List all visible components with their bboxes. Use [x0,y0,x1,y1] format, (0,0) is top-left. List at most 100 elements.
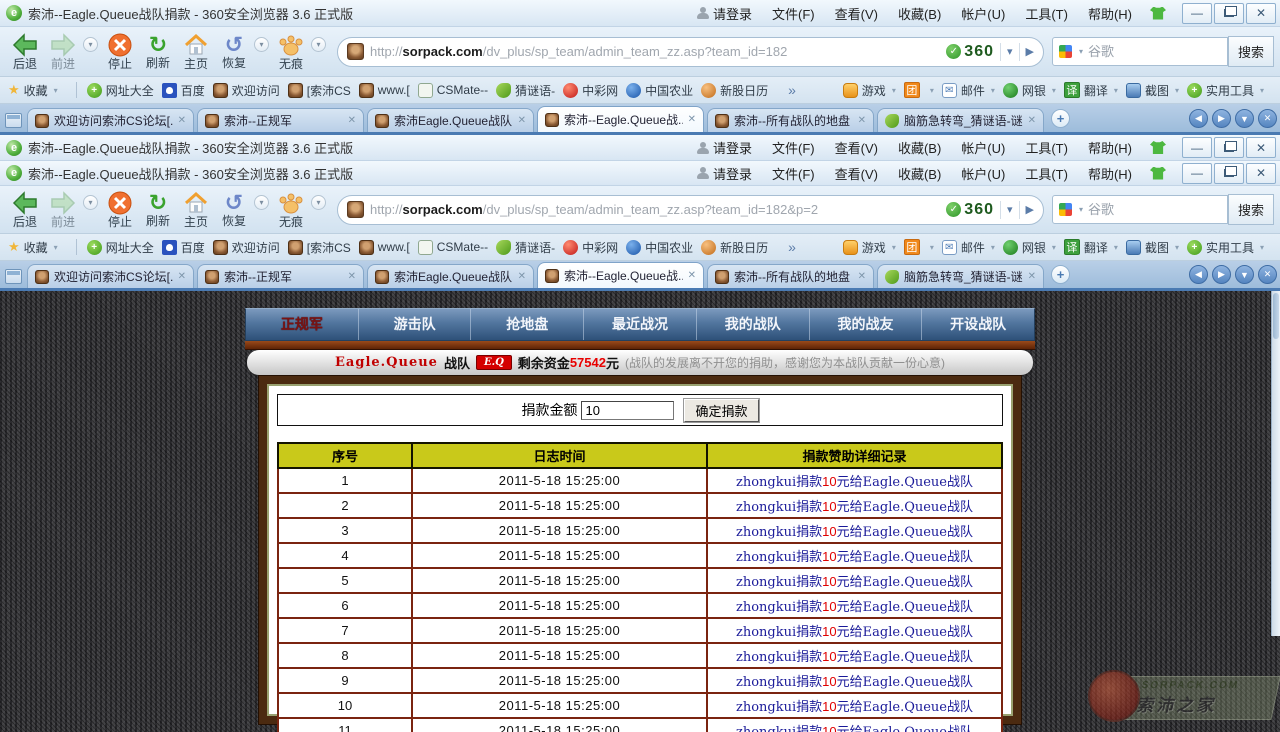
menu-item[interactable]: 文件(F) [772,4,815,23]
bookmark-item[interactable]: 中彩网 [563,82,618,99]
nav-item[interactable]: 我的战队 [696,309,809,340]
refresh-button[interactable]: ↻ 刷新 [139,34,177,70]
browser-tab[interactable]: 索沛--Eagle.Queue战...✕ [537,262,704,288]
bookmark-item[interactable]: [索沛CS [288,239,351,256]
toolbar-tool[interactable]: 实用工具▾ [1187,239,1264,256]
bookmark-item[interactable]: 新股日历 [701,82,768,99]
browser-tab[interactable]: 欢迎访问索沛CS论坛[...✕ [27,264,194,288]
address-dropdown-icon[interactable]: ▾ [1007,203,1013,216]
browser-tab[interactable]: 索沛--所有战队的地盘✕ [707,264,874,288]
go-button[interactable]: ▶ [1026,45,1034,58]
tab-close-icon[interactable]: ✕ [518,271,526,282]
stop-button[interactable]: 停止 [101,191,139,229]
minimize-button[interactable]: — [1182,163,1212,184]
tab-scroll-left-button[interactable]: ◀ [1189,265,1208,284]
tab-list-button[interactable]: ▼ [1235,265,1254,284]
bookmark-item[interactable]: www.[ [359,240,410,255]
restore-button[interactable] [1214,163,1244,184]
browser-tab[interactable]: 索沛--正规军✕ [197,264,364,288]
engine-dropdown-icon[interactable]: ▾ [1079,205,1083,214]
tab-close-all-button[interactable]: ✕ [1258,109,1277,128]
back-button[interactable]: 后退 [6,33,44,71]
toolbar-tool[interactable]: 团▾ [904,82,934,98]
history-dropdown-icon[interactable]: ▾ [83,37,98,52]
restore-dropdown-icon[interactable]: ▾ [254,37,269,52]
address-bar[interactable]: http://sorpack.com/dv_plus/sp_team/admin… [337,195,1044,225]
toolbar-tool[interactable]: 游戏▾ [843,239,896,256]
search-input[interactable] [1088,44,1221,59]
tab-close-icon[interactable]: ✕ [1028,115,1036,126]
bookmarks-overflow-icon[interactable]: » [788,82,796,98]
tab-scroll-right-button[interactable]: ▶ [1212,265,1231,284]
menu-item[interactable]: 查看(V) [835,164,878,183]
search-button[interactable]: 搜索 [1228,194,1274,225]
menu-item[interactable]: 工具(T) [1025,138,1068,157]
toolbar-tool[interactable]: 译翻译▾ [1064,82,1118,99]
forward-button[interactable]: 前进 [44,191,82,229]
toolbar-tool[interactable]: 译翻译▾ [1064,239,1118,256]
close-button[interactable]: ✕ [1246,163,1276,184]
bookmarks-overflow-icon[interactable]: » [788,239,796,255]
toolbar-tool[interactable]: 邮件▾ [942,82,995,99]
forward-button[interactable]: 前进 [44,33,82,71]
tab-close-icon[interactable]: ✕ [178,271,186,282]
login-link[interactable]: 请登录 [697,4,752,23]
skin-shirt-icon[interactable] [1150,141,1166,154]
toolbar-tool[interactable]: 邮件▾ [942,239,995,256]
nav-item[interactable]: 抢地盘 [470,309,583,340]
bookmark-item[interactable]: [索沛CS [288,82,351,99]
tab-close-icon[interactable]: ✕ [858,271,866,282]
session-restore-button[interactable]: ↺ 恢复 [215,34,253,70]
engine-dropdown-icon[interactable]: ▾ [1079,47,1083,56]
menu-item[interactable]: 帮助(H) [1088,164,1132,183]
toolbar-tool[interactable]: 网银▾ [1003,239,1056,256]
incognito-dropdown-icon[interactable]: ▾ [311,195,326,210]
bookmark-item[interactable]: 欢迎访问 [213,239,280,256]
favorites-button[interactable]: ★收藏▾ [8,239,58,256]
tab-list-button[interactable]: ▼ [1235,109,1254,128]
home-button[interactable]: 主页 [177,33,215,71]
browser-tab[interactable]: 索沛--正规军✕ [197,108,364,132]
login-link[interactable]: 请登录 [697,138,752,157]
back-button[interactable]: 后退 [6,191,44,229]
toolbar-tool[interactable]: 实用工具▾ [1187,82,1264,99]
bookmark-item[interactable]: 欢迎访问 [213,82,280,99]
new-tab-button[interactable]: + [1051,109,1070,128]
close-button[interactable]: ✕ [1246,3,1276,24]
address-bar[interactable]: http://sorpack.com/dv_plus/sp_team/admin… [337,37,1044,67]
menu-item[interactable]: 帮助(H) [1088,4,1132,23]
close-button[interactable]: ✕ [1246,137,1276,158]
menu-item[interactable]: 帮助(H) [1088,138,1132,157]
menu-item[interactable]: 收藏(B) [898,4,941,23]
favorites-button[interactable]: ★收藏▾ [8,82,58,99]
menu-item[interactable]: 帐户(U) [961,4,1005,23]
search-engine-icon[interactable] [1059,45,1072,58]
toolbar-tool[interactable]: 游戏▾ [843,82,896,99]
search-input[interactable] [1088,202,1221,217]
window-icon[interactable] [5,113,22,128]
skin-shirt-icon[interactable] [1150,167,1166,180]
browser-tab[interactable]: 索沛Eagle.Queue战队...✕ [367,108,534,132]
new-tab-button[interactable]: + [1051,265,1070,284]
restore-button[interactable] [1214,137,1244,158]
minimize-button[interactable]: — [1182,3,1212,24]
browser-tab[interactable]: 索沛Eagle.Queue战队...✕ [367,264,534,288]
toolbar-tool[interactable]: 截图▾ [1126,239,1179,256]
menu-item[interactable]: 工具(T) [1025,4,1068,23]
360-safety-badge[interactable]: ✓360 [946,201,994,219]
nav-item[interactable]: 游击队 [358,309,471,340]
menu-item[interactable]: 文件(F) [772,164,815,183]
browser-tab[interactable]: 脑筋急转弯_猜谜语-谜...✕ [877,264,1044,288]
menu-item[interactable]: 查看(V) [835,138,878,157]
minimize-button[interactable]: — [1182,137,1212,158]
bookmark-item[interactable]: 中国农业 [626,239,693,256]
nav-item[interactable]: 最近战况 [583,309,696,340]
menu-item[interactable]: 收藏(B) [898,164,941,183]
skin-shirt-icon[interactable] [1150,7,1166,20]
bookmark-item[interactable]: 网址大全 [87,82,154,99]
tab-close-icon[interactable]: ✕ [178,115,186,126]
menu-item[interactable]: 帐户(U) [961,164,1005,183]
browser-tab[interactable]: 索沛--Eagle.Queue战...✕ [537,106,704,132]
tab-scroll-right-button[interactable]: ▶ [1212,109,1231,128]
bookmark-item[interactable]: 中彩网 [563,239,618,256]
